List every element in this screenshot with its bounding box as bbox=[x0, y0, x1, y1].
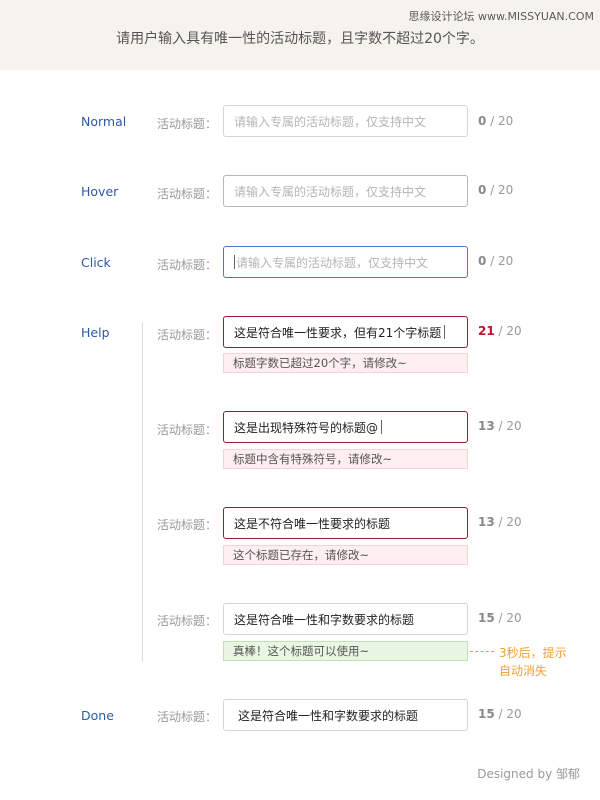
char-counter: 0 / 20 bbox=[478, 254, 513, 268]
designer-credit: Designed by 邹郁 bbox=[477, 767, 580, 781]
char-count-value: 0 bbox=[478, 183, 487, 197]
char-counter: 15 / 20 bbox=[478, 707, 522, 721]
input-placeholder: 请输入专属的活动标题，仅支持中文 bbox=[234, 114, 427, 129]
annotation-line-1: 3秒后，提示 bbox=[499, 646, 567, 660]
char-counter: 21 / 20 bbox=[478, 324, 522, 338]
field-label: 活动标题： bbox=[157, 258, 218, 272]
title-input-done[interactable]: 这是符合唯一性和字数要求的标题 bbox=[223, 699, 468, 731]
error-message: 这个标题已存在，请修改~ bbox=[223, 545, 468, 565]
title-input-normal[interactable]: 请输入专属的活动标题，仅支持中文 bbox=[223, 105, 468, 137]
char-count-value: 0 bbox=[478, 114, 487, 128]
input-value: 这是不符合唯一性要求的标题 bbox=[234, 516, 391, 531]
char-count-value: 21 bbox=[478, 324, 495, 338]
error-message: 标题中含有特殊符号，请修改~ bbox=[223, 449, 468, 469]
title-input-error-special-char[interactable]: 这是出现特殊符号的标题@ bbox=[223, 411, 468, 443]
text-caret bbox=[444, 325, 446, 339]
input-value: 这是出现特殊符号的标题@ bbox=[234, 420, 379, 435]
input-value: 这是符合唯一性和字数要求的标题 bbox=[238, 708, 419, 723]
char-count-max: / 20 bbox=[490, 114, 514, 128]
field-label: 活动标题： bbox=[157, 423, 218, 437]
state-label-click: Click bbox=[81, 255, 111, 270]
title-input-error-duplicate[interactable]: 这是不符合唯一性要求的标题 bbox=[223, 507, 468, 539]
field-label: 活动标题： bbox=[157, 328, 218, 342]
state-label-help: Help bbox=[81, 325, 110, 340]
char-count-max: / 20 bbox=[498, 515, 522, 529]
state-label-normal: Normal bbox=[81, 114, 127, 129]
char-count-max: / 20 bbox=[498, 419, 522, 433]
annotation-connector bbox=[470, 651, 494, 652]
input-value: 这是符合唯一性和字数要求的标题 bbox=[234, 612, 415, 627]
title-input-focused[interactable]: 请输入专属的活动标题，仅支持中文 bbox=[223, 246, 468, 278]
char-counter: 13 / 20 bbox=[478, 419, 522, 433]
state-label-hover: Hover bbox=[81, 184, 119, 199]
success-message: 真棒！这个标题可以使用~ bbox=[223, 641, 468, 661]
char-count-max: / 20 bbox=[498, 324, 522, 338]
header-banner: 思缘设计论坛 www.MISSYUAN.COM 请用户输入具有唯一性的活动标题，… bbox=[0, 0, 600, 70]
annotation-note: 3秒后，提示 自动消失 bbox=[499, 644, 567, 680]
title-input-hover[interactable]: 请输入专属的活动标题，仅支持中文 bbox=[223, 175, 468, 207]
field-label: 活动标题： bbox=[157, 187, 218, 201]
char-counter: 0 / 20 bbox=[478, 114, 513, 128]
char-count-max: / 20 bbox=[490, 254, 514, 268]
input-value: 这是符合唯一性要求，但有21个字标题 bbox=[234, 325, 442, 340]
state-label-done: Done bbox=[81, 708, 114, 723]
title-input-valid[interactable]: 这是符合唯一性和字数要求的标题 bbox=[223, 603, 468, 635]
char-count-value: 0 bbox=[478, 254, 487, 268]
annotation-line-2: 自动消失 bbox=[499, 664, 548, 678]
error-message: 标题字数已超过20个字，请修改~ bbox=[223, 353, 468, 373]
char-counter: 15 / 20 bbox=[478, 611, 522, 625]
text-caret bbox=[234, 255, 235, 269]
char-count-value: 13 bbox=[478, 419, 495, 433]
char-count-value: 13 bbox=[478, 515, 495, 529]
field-label: 活动标题： bbox=[157, 518, 218, 532]
text-caret bbox=[381, 420, 383, 434]
char-count-value: 15 bbox=[478, 707, 495, 721]
input-placeholder: 请输入专属的活动标题，仅支持中文 bbox=[234, 184, 427, 199]
char-counter: 0 / 20 bbox=[478, 183, 513, 197]
input-placeholder: 请输入专属的活动标题，仅支持中文 bbox=[236, 255, 429, 270]
field-label: 活动标题： bbox=[157, 117, 218, 131]
char-counter: 13 / 20 bbox=[478, 515, 522, 529]
char-count-max: / 20 bbox=[498, 707, 522, 721]
char-count-max: / 20 bbox=[498, 611, 522, 625]
watermark-text: 思缘设计论坛 www.MISSYUAN.COM bbox=[408, 10, 594, 23]
page-title: 请用户输入具有唯一性的活动标题，且字数不超过20个字。 bbox=[116, 31, 484, 47]
field-label: 活动标题： bbox=[157, 614, 218, 628]
char-count-value: 15 bbox=[478, 611, 495, 625]
char-count-max: / 20 bbox=[490, 183, 514, 197]
field-label: 活动标题： bbox=[157, 710, 218, 724]
help-group-divider bbox=[142, 322, 143, 662]
title-input-error-too-long[interactable]: 这是符合唯一性要求，但有21个字标题 bbox=[223, 316, 468, 348]
